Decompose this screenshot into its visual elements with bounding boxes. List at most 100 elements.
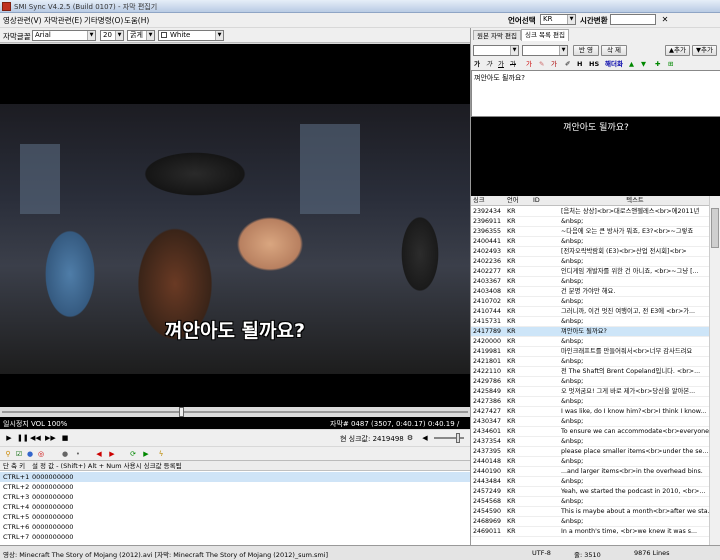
sync-row[interactable]: 2454568 KR &nbsp; [471, 497, 709, 507]
font-select[interactable]: Arial ▼ [32, 30, 96, 41]
check-icon[interactable]: ☑ [14, 449, 24, 459]
add-above-button[interactable]: ▲추가 [665, 45, 690, 56]
sync-row[interactable]: 2469011 KR In a month's time, <br>we knew … [471, 527, 709, 537]
sync-filter-select-1[interactable]: ▼ [473, 45, 519, 56]
sync-row[interactable]: 2415731 KR &nbsp; [471, 317, 709, 327]
menu-subtitle[interactable]: 자막관련(E) [44, 15, 82, 26]
volume-icon[interactable]: ◀ [420, 433, 430, 443]
target-icon[interactable]: ◎ [36, 449, 46, 459]
sync-row[interactable]: 2454590 KR This is maybe about a month<br>… [471, 507, 709, 517]
seek-thumb[interactable] [179, 407, 184, 417]
record-icon[interactable]: ● [25, 449, 35, 459]
font-button[interactable]: 가 [551, 59, 557, 70]
sync-row[interactable]: 2422110 KR 전 The Shaft의 Brent Copeland입니다.… [471, 367, 709, 377]
sync-row[interactable]: 2396355 KR ~다음에 오는 큰 방사가 뭐죠, E3?<br>~그렇죠 [471, 227, 709, 237]
col-text[interactable]: 텍스트 [561, 196, 709, 206]
sync-row[interactable]: 2437354 KR &nbsp; [471, 437, 709, 447]
sync-row[interactable]: 2440148 KR &nbsp; [471, 457, 709, 467]
menu-other[interactable]: 기타명령(O) [84, 15, 123, 26]
sync-row[interactable]: 2396911 KR &nbsp; [471, 217, 709, 227]
circle-icon[interactable]: ● [60, 449, 70, 459]
font-color-select[interactable]: White ▼ [158, 30, 224, 41]
lightning-icon[interactable]: ϟ [156, 449, 166, 459]
italic-button[interactable]: 가 [486, 59, 492, 70]
sync-row[interactable]: 2400441 KR &nbsp; [471, 237, 709, 247]
scroll-thumb[interactable] [711, 208, 719, 248]
eraser-icon[interactable]: ✎ [539, 59, 544, 70]
menu-video[interactable]: 영상관련(V) [3, 15, 42, 26]
sync-row[interactable]: 2402236 KR &nbsp; [471, 257, 709, 267]
sync-row[interactable]: 2403408 KR 건 분명 가야만 해요. [471, 287, 709, 297]
arrow-right-icon[interactable]: ▶ [107, 449, 117, 459]
sync-row[interactable]: 2419981 KR 마인크래프트를 만들어줘서<br>너무 감사드려요 [471, 347, 709, 357]
close-icon[interactable]: ✕ [660, 14, 670, 25]
hotkey-row[interactable]: CTRL+4 0000000000 [0, 502, 470, 512]
rewind-icon[interactable]: ◀◀ [30, 433, 41, 443]
fast-forward-icon[interactable]: ▶▶ [45, 433, 56, 443]
font-weight-select[interactable]: 굵게 ▼ [127, 30, 155, 41]
sync-row[interactable]: 2425849 KR 오 멋져굼요! 그게 바로 제가<br>당신을 알아본... [471, 387, 709, 397]
play-icon[interactable]: ▶ [4, 433, 14, 443]
tab-sync-list-edit[interactable]: 싱크 목록 편집 [521, 29, 570, 41]
col-sync[interactable]: 싱크 [473, 196, 505, 206]
font-size-select[interactable]: 20 ▼ [100, 30, 124, 41]
reflect-button[interactable]: 반 영 [573, 45, 599, 56]
header-button[interactable]: 해더화 [605, 59, 623, 70]
volume-thumb[interactable] [456, 433, 460, 443]
sync-row[interactable]: 2402493 KR [전자오락박람회 (E3)<br>산업 전시회]<br> [471, 247, 709, 257]
hotkey-row[interactable]: CTRL+2 0000000000 [0, 482, 470, 492]
sync-row[interactable]: 2427427 KR I was like, do I know him?<br>I… [471, 407, 709, 417]
sync-row[interactable]: 2427386 KR &nbsp; [471, 397, 709, 407]
menu-help[interactable]: 도움(H) [124, 15, 149, 26]
hotkey-row[interactable]: CTRL+7 0000000000 [0, 532, 470, 542]
h-button[interactable]: H [577, 59, 582, 70]
hotkey-row[interactable]: CTRL+3 0000000000 [0, 492, 470, 502]
pen-icon[interactable]: ✐ [565, 59, 570, 70]
hotkey-row[interactable]: CTRL+1 0000000000 [0, 472, 470, 482]
sync-row[interactable]: 2392434 KR [음처는 상상]<br>대로스앤젤레스<br>에2011년 [471, 207, 709, 217]
play-green-icon[interactable]: ▶ [141, 449, 151, 459]
sync-row[interactable]: 2440190 KR ...and larger items<br>in the o… [471, 467, 709, 477]
bold-button[interactable]: 가 [474, 59, 480, 70]
add-row-icon[interactable]: ⊞ [668, 59, 673, 70]
sync-row[interactable]: 2443484 KR &nbsp; [471, 477, 709, 487]
color-button[interactable]: 가 [526, 59, 532, 70]
sync-row[interactable]: 2421801 KR &nbsp; [471, 357, 709, 367]
dot-icon[interactable]: • [73, 449, 83, 459]
time-convert-input[interactable] [610, 14, 656, 25]
seek-bar[interactable] [0, 407, 470, 417]
sync-row[interactable]: 2410702 KR &nbsp; [471, 297, 709, 307]
add-icon[interactable]: ✚ [655, 59, 660, 70]
hs-button[interactable]: HS [589, 59, 599, 70]
sync-row[interactable]: 2417789 KR 껴안아도 될까요? [471, 327, 709, 337]
sync-row[interactable]: 2402277 KR 인디게임 개발자를 위한 건 아니죠, <br>~그냥 [..… [471, 267, 709, 277]
sync-row[interactable]: 2429786 KR &nbsp; [471, 377, 709, 387]
tab-source-edit[interactable]: 원본 자막 편집 [473, 30, 522, 40]
sync-row[interactable]: 2457249 KR Yeah, we started the podcast in… [471, 487, 709, 497]
delete-button[interactable]: 삭 제 [601, 45, 627, 56]
stop-icon[interactable]: ■ [60, 433, 70, 443]
col-lang[interactable]: 언어 [507, 196, 527, 206]
subtitle-text-editor[interactable]: 껴안아도 될까요? [471, 70, 720, 117]
sync-row[interactable]: 2410744 KR 그러니까, 이건 멋진 여행이고, 전 E3에 <br>가..… [471, 307, 709, 317]
sync-row[interactable]: 2420000 KR &nbsp; [471, 337, 709, 347]
hotkey-row[interactable]: CTRL+5 0000000000 [0, 512, 470, 522]
underline-button[interactable]: 가 [498, 59, 504, 70]
sync-row[interactable]: 2430347 KR &nbsp; [471, 417, 709, 427]
pause-icon[interactable]: ❚❚ [17, 433, 29, 443]
arrow-down-icon[interactable]: ▼ [641, 59, 646, 70]
video-player[interactable]: 껴안아도 될까요? [0, 44, 470, 407]
settings-icon[interactable]: ⚙ [405, 433, 415, 443]
strike-button[interactable]: 가 [510, 59, 516, 70]
sync-filter-select-2[interactable]: ▼ [522, 45, 568, 56]
sync-row[interactable]: 2403367 KR &nbsp; [471, 277, 709, 287]
arrow-left-icon[interactable]: ◀ [94, 449, 104, 459]
sync-list-scrollbar[interactable] [709, 196, 720, 545]
sync-row[interactable]: 2468969 KR &nbsp; [471, 517, 709, 527]
col-id[interactable]: ID [533, 196, 559, 206]
hotkey-row[interactable]: CTRL+6 0000000000 [0, 522, 470, 532]
add-below-button[interactable]: ▼추가 [692, 45, 717, 56]
language-select[interactable]: KR ▼ [540, 14, 576, 25]
key-icon[interactable]: ⚲ [3, 449, 13, 459]
sync-row[interactable]: 2437395 KR please place smaller items<br>u… [471, 447, 709, 457]
